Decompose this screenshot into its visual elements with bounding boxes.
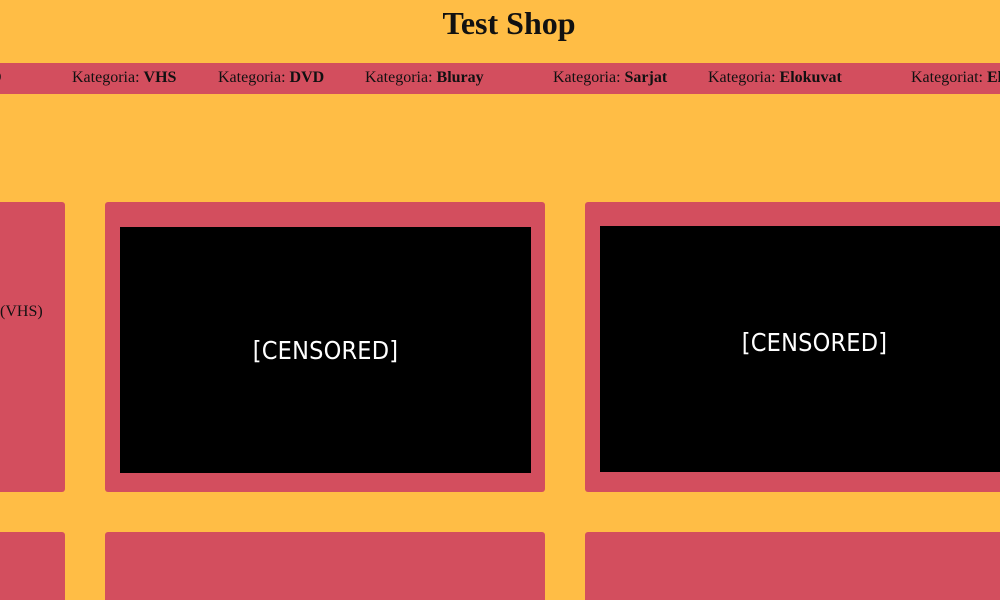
censored-label: [CENSORED] <box>252 335 399 365</box>
nav-item-value: Sarjat <box>624 69 668 86</box>
product-card-censored-1[interactable]: [CENSORED] <box>105 202 545 492</box>
nav-item-label: Kategoria: <box>72 69 144 86</box>
product-card-vhs[interactable]: (VHS) <box>0 202 65 492</box>
category-navigation: D Kategoria: VHS Kategoria: DVD Kategori… <box>0 63 1000 94</box>
nav-item-elokuvat[interactable]: Kategoria: Elokuvat <box>708 69 842 87</box>
nav-item-dvd[interactable]: Kategoria: DVD <box>218 69 324 87</box>
nav-item-categories-clipped[interactable]: Kategoriat: El <box>911 69 1000 87</box>
shop-header: Test Shop <box>0 0 1000 62</box>
shop-page: Test Shop D Kategoria: VHS Kategoria: DV… <box>0 0 1000 600</box>
nav-item-bluray[interactable]: Kategoria: Bluray <box>365 69 484 87</box>
product-card-bottom-right[interactable] <box>585 532 1000 600</box>
nav-item-value: Bluray <box>436 69 484 86</box>
nav-item-label: Kategoriat: <box>911 69 987 86</box>
page-title: Test Shop <box>442 5 576 41</box>
product-category-text: (VHS) <box>0 303 43 320</box>
nav-clipped-start: D <box>0 69 2 87</box>
nav-item-label: Kategoria: <box>218 69 290 86</box>
product-card-bottom-left[interactable] <box>0 532 65 600</box>
nav-item-label: Kategoria: <box>365 69 437 86</box>
product-card-bottom-middle[interactable] <box>105 532 545 600</box>
nav-item-value: Elokuvat <box>779 69 842 86</box>
nav-item-label: Kategoria: <box>553 69 625 86</box>
product-card-censored-2[interactable]: [CENSORED] <box>585 202 1000 492</box>
nav-item-vhs[interactable]: Kategoria: VHS <box>72 69 176 87</box>
product-image-placeholder[interactable]: [CENSORED] <box>600 226 1000 472</box>
nav-item-sarjat[interactable]: Kategoria: Sarjat <box>553 69 667 87</box>
nav-item-value: DVD <box>289 69 325 86</box>
nav-item-value: VHS <box>143 69 177 86</box>
product-image-placeholder[interactable]: [CENSORED] <box>120 227 531 473</box>
censored-label: [CENSORED] <box>741 327 888 357</box>
nav-item-label: Kategoria: <box>708 69 780 86</box>
nav-item-value: El <box>986 69 1000 86</box>
